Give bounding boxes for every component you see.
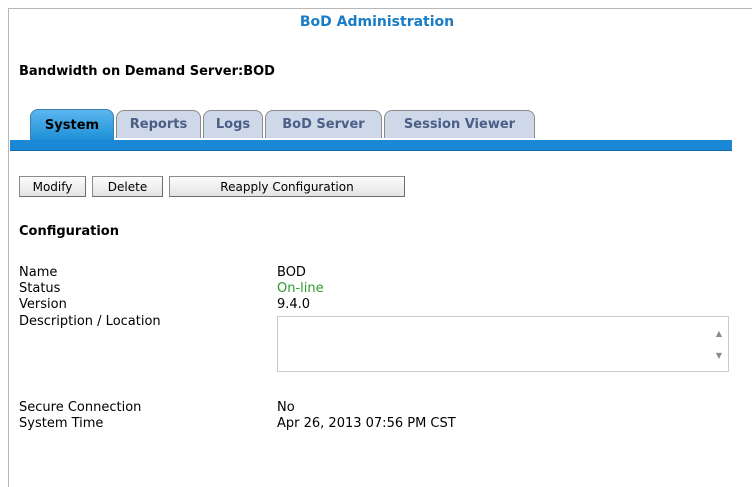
tab-reports[interactable]: Reports [116,110,201,138]
description-textarea[interactable]: ▲ ▼ [277,316,729,372]
name-value: BOD [277,265,306,280]
tab-system[interactable]: System [30,109,114,141]
secure-connection-value: No [277,400,295,415]
server-heading: Bandwidth on Demand Server:BOD [19,64,275,79]
scroll-down-arrow-icon[interactable]: ▼ [716,351,722,360]
app-title: BoD Administration [299,14,455,30]
tab-underline [10,140,732,151]
modify-button[interactable]: Modify [19,176,86,197]
tab-session-viewer[interactable]: Session Viewer [384,110,535,138]
reapply-configuration-button[interactable]: Reapply Configuration [169,176,405,197]
tab-logs[interactable]: Logs [203,110,263,138]
secure-connection-label: Secure Connection [19,400,142,415]
status-label: Status [19,281,61,296]
status-value: On-line [277,281,324,296]
name-label: Name [19,265,58,280]
system-time-label: System Time [19,416,104,431]
description-label: Description / Location [19,314,161,329]
version-value: 9.4.0 [277,297,311,312]
scroll-up-arrow-icon[interactable]: ▲ [716,329,722,338]
version-label: Version [19,297,67,312]
delete-button[interactable]: Delete [92,176,163,197]
configuration-heading: Configuration [19,224,119,239]
system-time-value: Apr 26, 2013 07:56 PM CST [277,416,456,431]
tab-bod-server[interactable]: BoD Server [265,110,382,138]
